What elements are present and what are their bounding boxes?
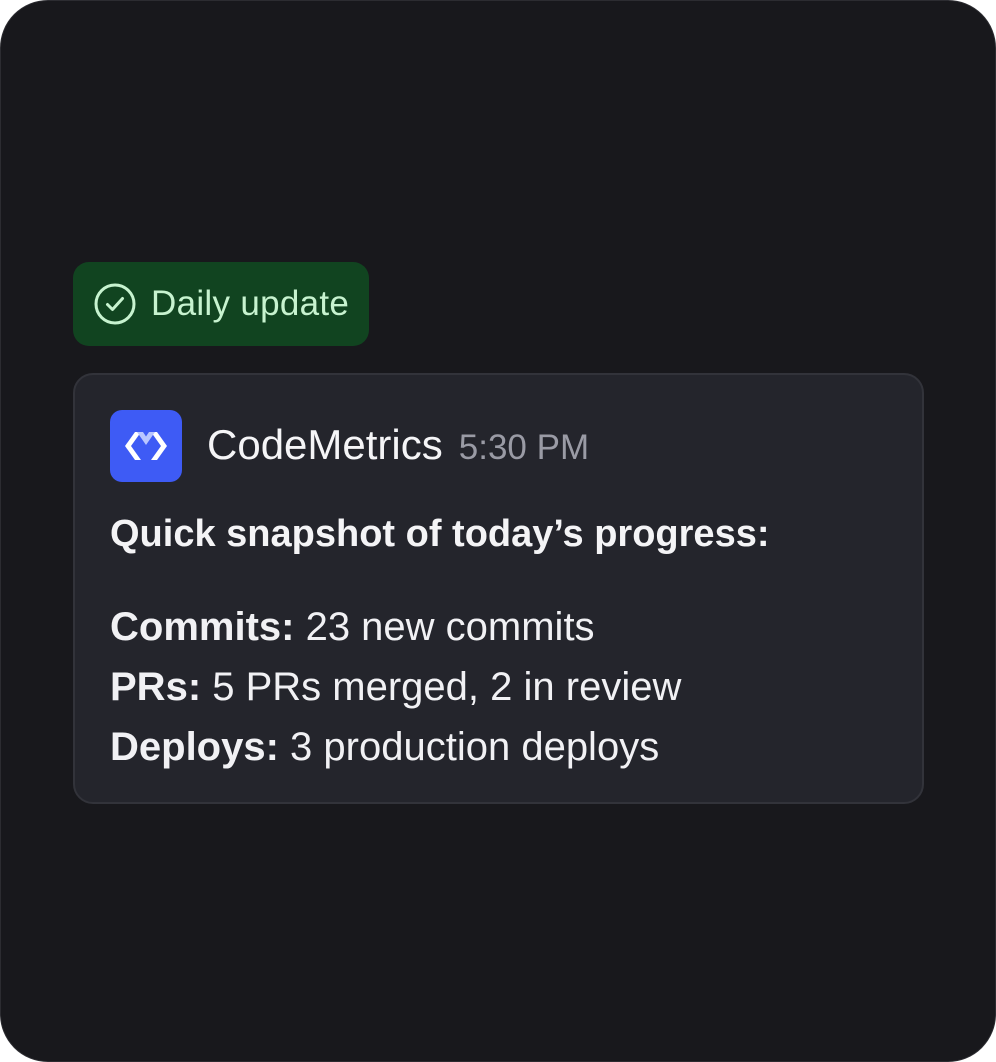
sender-name[interactable]: CodeMetrics <box>207 421 443 469</box>
stat-value: 3 production deploys <box>278 725 660 769</box>
stat-label: Commits: <box>110 605 295 649</box>
stats-list: Commits: 23 new commits PRs: 5 PRs merge… <box>110 597 681 777</box>
message-timestamp[interactable]: 5:30 PM <box>459 428 589 468</box>
badge-label: Daily update <box>151 284 350 323</box>
stat-row-deploys: Deploys: 3 production deploys <box>110 717 681 777</box>
message-card[interactable]: CodeMetrics 5:30 PM Quick snapshot of to… <box>73 373 924 804</box>
stat-row-prs: PRs: 5 PRs merged, 2 in review <box>110 657 681 717</box>
codemetrics-logo-icon[interactable] <box>110 410 182 482</box>
message-headline: Quick snapshot of today’s progress: <box>110 513 770 555</box>
stat-label: PRs: <box>110 665 202 709</box>
notification-frame: Daily update CodeMetrics 5:30 PM Quick s… <box>0 0 996 1062</box>
check-circle-icon <box>93 282 137 326</box>
stat-label: Deploys: <box>110 725 279 769</box>
message-header: CodeMetrics 5:30 PM <box>207 421 589 469</box>
stat-value: 23 new commits <box>294 605 595 649</box>
daily-update-badge: Daily update <box>73 262 370 346</box>
stat-row-commits: Commits: 23 new commits <box>110 597 681 657</box>
stat-value: 5 PRs merged, 2 in review <box>201 665 682 709</box>
